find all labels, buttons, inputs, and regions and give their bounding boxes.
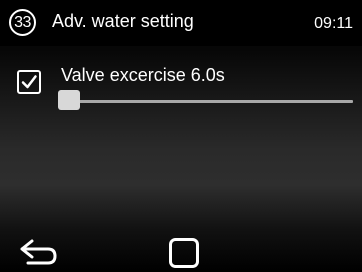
clock: 09:11	[314, 15, 353, 32]
home-button[interactable]	[168, 237, 200, 269]
header-bar: 33 Adv. water setting 09:11	[0, 0, 362, 46]
slider-thumb[interactable]	[58, 90, 80, 110]
back-arrow-icon	[20, 239, 57, 265]
back-button[interactable]	[18, 237, 60, 267]
page-number: 33	[14, 13, 31, 31]
valve-exercise-slider[interactable]	[58, 89, 353, 113]
square-home-icon	[169, 238, 199, 268]
screen: 33 Adv. water setting 09:11 Valve excerc…	[0, 0, 362, 272]
page-title: Adv. water setting	[52, 11, 194, 31]
checkmark-icon	[21, 75, 37, 89]
valve-exercise-label: Valve excercise 6.0s	[61, 65, 225, 85]
valve-exercise-checkbox[interactable]	[17, 70, 41, 94]
slider-track[interactable]	[61, 100, 353, 103]
page-number-badge: 33	[9, 9, 36, 36]
